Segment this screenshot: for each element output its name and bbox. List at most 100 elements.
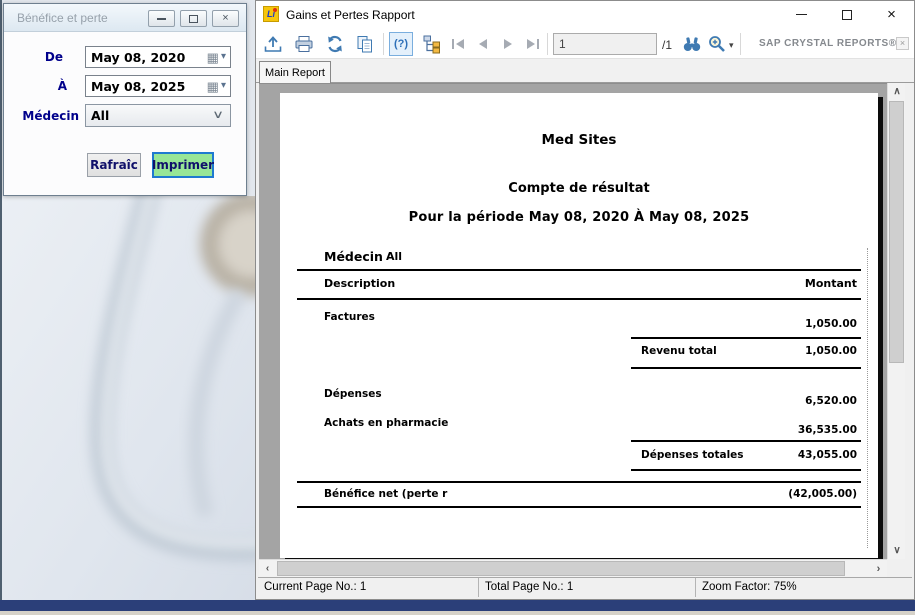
status-total-page: Total Page No.: 1 [479, 578, 696, 597]
print-button[interactable]: Imprimer [152, 152, 214, 178]
brand-close-button[interactable]: × [896, 37, 909, 50]
scrollbar-corner [887, 559, 905, 577]
window-minimize-button[interactable] [779, 1, 824, 28]
previous-page-button[interactable] [471, 33, 495, 55]
stethoscope-background-image [2, 196, 255, 600]
report-period: Pour la période May 08, 2020 À May 08, 2… [280, 210, 878, 225]
window-close-button[interactable]: × [869, 1, 914, 28]
page-number-input[interactable] [553, 33, 657, 55]
help-button[interactable]: (?) [389, 32, 413, 56]
dialog-maximize-button[interactable] [180, 10, 207, 27]
binoculars-icon [682, 34, 702, 54]
report-subtotal-amount: 1,050.00 [805, 345, 857, 357]
vertical-scrollbar-thumb[interactable] [889, 101, 904, 363]
dialog-window-controls: × [148, 10, 239, 27]
report-row-amount: 1,050.00 [805, 318, 857, 330]
column-header-amount: Montant [805, 277, 857, 290]
dialog-titlebar[interactable]: Bénéfice et perte × [4, 4, 246, 32]
dialog-title: Bénéfice et perte [17, 11, 108, 25]
status-bar: Current Page No.: 1 Total Page No.: 1 Zo… [258, 577, 912, 597]
report-subtotal-label: Revenu total [641, 345, 717, 357]
app-icon: Li [263, 6, 279, 22]
vertical-scrollbar[interactable]: ∧ ∨ [887, 83, 905, 559]
first-page-button[interactable] [446, 33, 470, 55]
toolbar: (?) /1 [256, 28, 914, 59]
brand-label: SAP CRYSTAL REPORTS® [759, 38, 891, 49]
group-tree-icon [422, 34, 442, 54]
minimize-icon [157, 18, 166, 20]
report-subtotal-amount: 43,055.00 [798, 449, 857, 461]
last-page-button[interactable] [521, 33, 545, 55]
report-row-amount: 6,520.00 [805, 395, 857, 407]
report-divider [631, 469, 861, 471]
maximize-icon [842, 10, 852, 20]
calendar-icon[interactable]: ▦ [207, 51, 219, 64]
next-page-icon [504, 39, 512, 49]
report-row-label: Dépenses [324, 388, 382, 400]
report-window: Li Gains et Pertes Rapport × [255, 0, 915, 600]
next-page-button[interactable] [496, 33, 520, 55]
chevron-down-icon: ∨ [212, 110, 224, 121]
tab-bar: Main Report [256, 59, 914, 83]
report-doctor-label: Médecin [324, 249, 383, 264]
from-date-label: De [5, 50, 79, 64]
from-date-field[interactable]: May 08, 2020 ▦ ▾ [85, 46, 231, 68]
dialog-minimize-button[interactable] [148, 10, 175, 27]
refresh-toolbar-button[interactable] [323, 33, 347, 55]
to-date-value: May 08, 2025 [86, 79, 207, 94]
dialog-body: De May 08, 2020 ▦ ▾ À May 08, 2025 ▦ ▾ M… [5, 33, 245, 194]
desktop-edge [0, 611, 915, 615]
dialog-close-button[interactable]: × [212, 10, 239, 27]
to-date-field[interactable]: May 08, 2025 ▦ ▾ [85, 75, 231, 97]
zoom-button[interactable] [705, 33, 729, 55]
calendar-icon[interactable]: ▦ [207, 80, 219, 93]
last-page-icon [527, 39, 535, 49]
doctor-label: Médecin [5, 109, 79, 123]
scroll-right-icon[interactable]: › [870, 560, 887, 578]
tab-main-report[interactable]: Main Report [259, 61, 331, 83]
status-zoom-factor: Zoom Factor: 75% [696, 578, 912, 597]
window-title: Gains et Pertes Rapport [286, 8, 415, 22]
minimize-icon [796, 14, 807, 16]
export-icon [263, 34, 283, 54]
status-current-page: Current Page No.: 1 [258, 578, 479, 597]
window-titlebar[interactable]: Li Gains et Pertes Rapport × [256, 1, 914, 28]
report-subtotal-label: Dépenses totales [641, 449, 744, 461]
report-divider [297, 269, 861, 271]
column-header-description: Description [324, 277, 395, 290]
doctor-select[interactable]: All ∨ [85, 104, 231, 127]
scroll-down-icon[interactable]: ∨ [888, 542, 906, 559]
parent-window-bottom-border [0, 600, 915, 611]
copy-button[interactable] [353, 33, 377, 55]
group-tree-button[interactable] [420, 33, 444, 55]
report-divider [297, 506, 861, 508]
zoom-dropdown-caret[interactable]: ▾ [729, 40, 734, 51]
close-icon: × [900, 39, 905, 48]
chevron-down-icon[interactable]: ▾ [221, 81, 226, 91]
toolbar-separator [383, 33, 384, 55]
print-toolbar-button[interactable] [292, 33, 316, 55]
from-date-value: May 08, 2020 [86, 50, 207, 65]
report-total-label: Bénéfice net (perte r [324, 488, 447, 500]
report-page: Med Sites Compte de résultat Pour la pér… [280, 93, 878, 558]
refresh-button[interactable]: Rafraîc [87, 153, 141, 177]
profit-loss-dialog: Bénéfice et perte × De May 08, 2020 ▦ ▾ … [3, 3, 247, 196]
report-viewer: Med Sites Compte de résultat Pour la pér… [259, 83, 905, 577]
screen: Bénéfice et perte × De May 08, 2020 ▦ ▾ … [0, 0, 915, 615]
scroll-up-icon[interactable]: ∧ [888, 83, 906, 100]
report-divider [297, 298, 861, 300]
close-icon: × [887, 7, 896, 22]
report-divider [631, 367, 861, 369]
scroll-left-icon[interactable]: ‹ [259, 560, 276, 578]
report-divider [631, 440, 861, 442]
horizontal-scrollbar-thumb[interactable] [277, 561, 845, 576]
toolbar-separator [547, 33, 548, 55]
chevron-down-icon[interactable]: ▾ [221, 52, 226, 62]
report-title: Compte de résultat [280, 181, 878, 196]
report-divider [297, 481, 861, 483]
window-maximize-button[interactable] [824, 1, 869, 28]
export-button[interactable] [261, 33, 285, 55]
horizontal-scrollbar[interactable]: ‹ › [259, 559, 887, 577]
find-button[interactable] [680, 33, 704, 55]
report-company-name: Med Sites [280, 132, 878, 148]
